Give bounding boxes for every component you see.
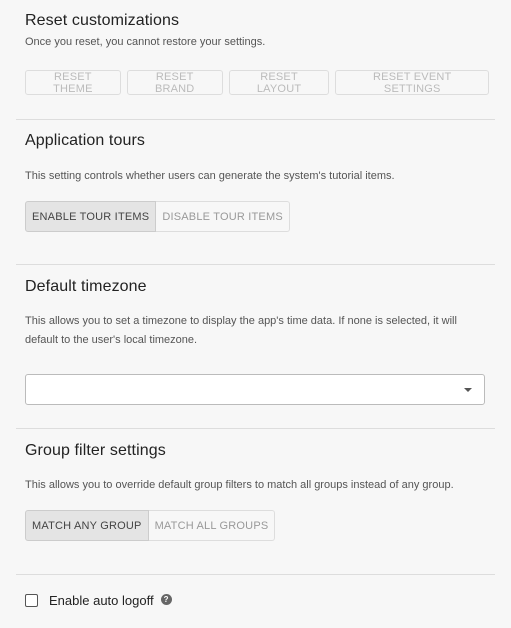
timezone-section: Default timezone This allows you to set … bbox=[25, 278, 495, 350]
divider bbox=[16, 264, 495, 265]
chevron-down-icon bbox=[464, 388, 472, 392]
reset-layout-button[interactable]: Reset layout bbox=[228, 70, 330, 95]
reset-brand-button[interactable]: Reset brand bbox=[126, 70, 223, 95]
group-filter-section: Group filter settings This allows you to… bbox=[25, 442, 495, 541]
group-filter-title: Group filter settings bbox=[25, 442, 166, 459]
timezone-title: Default timezone bbox=[25, 278, 147, 295]
reset-description: Once you reset, you cannot restore your … bbox=[25, 36, 266, 48]
match-any-group-button[interactable]: Match any group bbox=[25, 510, 149, 541]
tours-description: This setting controls whether users can … bbox=[25, 170, 395, 182]
divider bbox=[16, 119, 495, 120]
group-filter-description: This allows you to override default grou… bbox=[25, 479, 454, 491]
divider bbox=[16, 428, 495, 429]
match-all-groups-button[interactable]: Match all groups bbox=[148, 510, 276, 541]
auto-logoff-checkbox[interactable] bbox=[25, 594, 38, 607]
reset-event-settings-button[interactable]: Reset event settings bbox=[335, 70, 489, 95]
enable-tour-items-button[interactable]: Enable tour items bbox=[25, 201, 157, 232]
reset-theme-button[interactable]: Reset theme bbox=[25, 70, 121, 95]
question-circle-icon[interactable]: ? bbox=[160, 594, 172, 605]
tours-section: Application tours This setting controls … bbox=[25, 132, 495, 232]
auto-logoff-row: Enable auto logoff ? bbox=[25, 593, 172, 608]
disable-tour-items-button[interactable]: Disable tour items bbox=[156, 201, 290, 232]
tours-title: Application tours bbox=[25, 132, 145, 149]
reset-section: Reset customizations Once you reset, you… bbox=[25, 12, 495, 95]
auto-logoff-label: Enable auto logoff bbox=[49, 593, 154, 608]
divider bbox=[16, 574, 495, 575]
timezone-select[interactable] bbox=[25, 374, 485, 405]
timezone-description: This allows you to set a timezone to dis… bbox=[25, 315, 457, 346]
reset-title: Reset customizations bbox=[25, 12, 180, 29]
